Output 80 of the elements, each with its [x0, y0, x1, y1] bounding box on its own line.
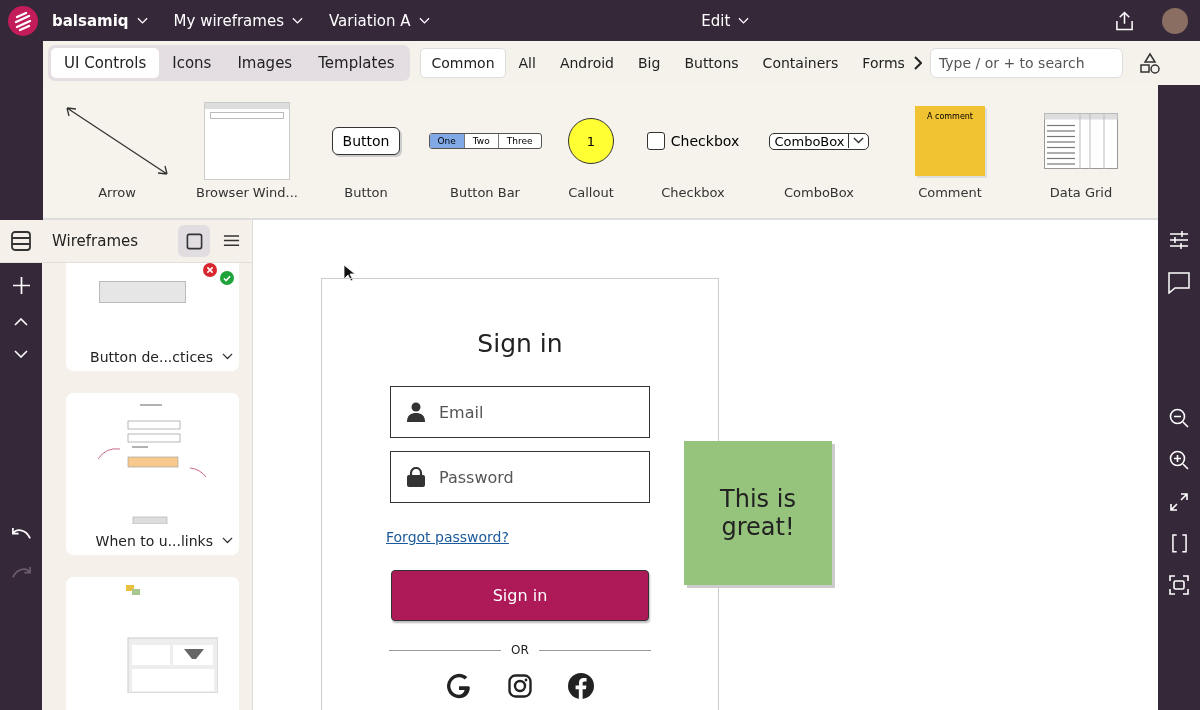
- checkbox[interactable]: [646, 132, 665, 150]
- control-label: Comment: [918, 185, 982, 200]
- chevron-down-icon: [291, 16, 303, 25]
- chevron-down-icon[interactable]: [222, 537, 233, 545]
- filter-tab[interactable]: Big: [627, 48, 672, 78]
- wireframe-title: Button de...ctices: [90, 349, 213, 365]
- edit-menu[interactable]: Edit: [695, 7, 756, 34]
- wireframe-card[interactable]: When to u...links: [66, 393, 239, 555]
- control-label: Button Bar: [450, 185, 520, 200]
- comment-icon[interactable]: [1168, 272, 1190, 294]
- button-bar-segment[interactable]: One: [429, 134, 464, 148]
- control-label: Callout: [568, 185, 614, 200]
- checkbox-label: Checkbox: [670, 133, 740, 149]
- filter-tab[interactable]: Android: [548, 48, 625, 78]
- top-menu[interactable]: My wireframes: [167, 7, 309, 34]
- sign-in-heading: Sign in: [477, 329, 563, 358]
- chevron-down-icon: [738, 16, 750, 25]
- wireframes-panel-icon[interactable]: [10, 230, 32, 252]
- wireframe-card[interactable]: Button de...ctices: [66, 263, 239, 371]
- sticky-note: This is great!: [684, 441, 832, 585]
- undo-icon[interactable]: [10, 526, 32, 542]
- person-icon: [407, 402, 425, 422]
- control-label: Browser Wind...: [196, 185, 298, 200]
- shapes-icon[interactable]: [1138, 52, 1161, 74]
- filter-tab[interactable]: Buttons: [673, 48, 750, 78]
- filter-tab[interactable]: Forms: [851, 48, 916, 78]
- chevron-down-icon[interactable]: [222, 353, 233, 361]
- password-field[interactable]: Password: [390, 451, 650, 503]
- control-label: ComboBox: [783, 185, 855, 200]
- category-tab[interactable]: Templates: [305, 48, 408, 78]
- combobox-sample[interactable]: ComboBox: [769, 132, 869, 150]
- grid-view-button[interactable]: [178, 225, 210, 257]
- lock-icon: [407, 467, 425, 487]
- control-label: Arrow: [98, 185, 136, 200]
- button-bar-segment[interactable]: Two: [463, 134, 498, 148]
- comment-sample[interactable]: A comment: [915, 106, 985, 176]
- category-tab[interactable]: Icons: [159, 48, 225, 78]
- app-menu[interactable]: balsamiq: [46, 7, 154, 34]
- arrow-drawing[interactable]: [65, 106, 169, 176]
- chevron-right-icon[interactable]: [913, 56, 922, 70]
- control-label: Data Grid: [1049, 185, 1113, 200]
- fit-to-screen-icon[interactable]: [1169, 574, 1189, 595]
- caret-icon: [852, 137, 864, 145]
- divider-label: OR: [511, 643, 529, 657]
- zoom-out-icon[interactable]: [1169, 408, 1189, 428]
- logo-icon[interactable]: [8, 5, 38, 36]
- instagram-icon[interactable]: [508, 674, 532, 698]
- forgot-password-link[interactable]: Forgot password?: [386, 529, 509, 545]
- brackets-icon[interactable]: [1171, 534, 1187, 553]
- chevron-down-icon: [418, 16, 430, 25]
- chevron-down-icon: [136, 16, 148, 25]
- button-sample[interactable]: Button: [331, 127, 401, 155]
- filter-tab[interactable]: All: [507, 48, 547, 78]
- add-icon[interactable]: [12, 277, 30, 294]
- callout-sample[interactable]: 1: [568, 118, 614, 164]
- wireframe-title: When to u...links: [95, 533, 213, 549]
- top-menu[interactable]: Variation A: [322, 7, 436, 34]
- zoom-in-icon[interactable]: [1169, 450, 1189, 470]
- menu-icon: [222, 234, 240, 248]
- facebook-icon[interactable]: [568, 673, 594, 699]
- email-field[interactable]: Email: [390, 386, 650, 438]
- mouse-pointer-icon: [343, 264, 355, 282]
- expand-icon[interactable]: [1169, 492, 1189, 512]
- square-icon: [185, 232, 203, 250]
- control-label: Checkbox: [661, 185, 725, 200]
- chevron-up-icon[interactable]: [14, 318, 28, 326]
- button-bar-segment[interactable]: Three: [497, 134, 541, 148]
- category-tab[interactable]: UI Controls: [51, 48, 160, 78]
- sliders-icon[interactable]: [1169, 230, 1189, 250]
- filter-tab[interactable]: Common: [420, 48, 506, 78]
- avatar[interactable]: [1162, 7, 1188, 34]
- data-grid-drawing[interactable]: [1044, 113, 1118, 169]
- search-field[interactable]: Type / or + to search: [929, 48, 1123, 78]
- google-icon[interactable]: [446, 673, 472, 699]
- control-label: Button: [344, 185, 388, 200]
- category-tab[interactable]: Images: [224, 48, 306, 78]
- panel-title: Wireframes: [52, 232, 140, 250]
- sign-in-button[interactable]: Sign in: [391, 570, 649, 621]
- filter-tab[interactable]: Containers: [751, 48, 850, 78]
- share-icon[interactable]: [1115, 9, 1134, 32]
